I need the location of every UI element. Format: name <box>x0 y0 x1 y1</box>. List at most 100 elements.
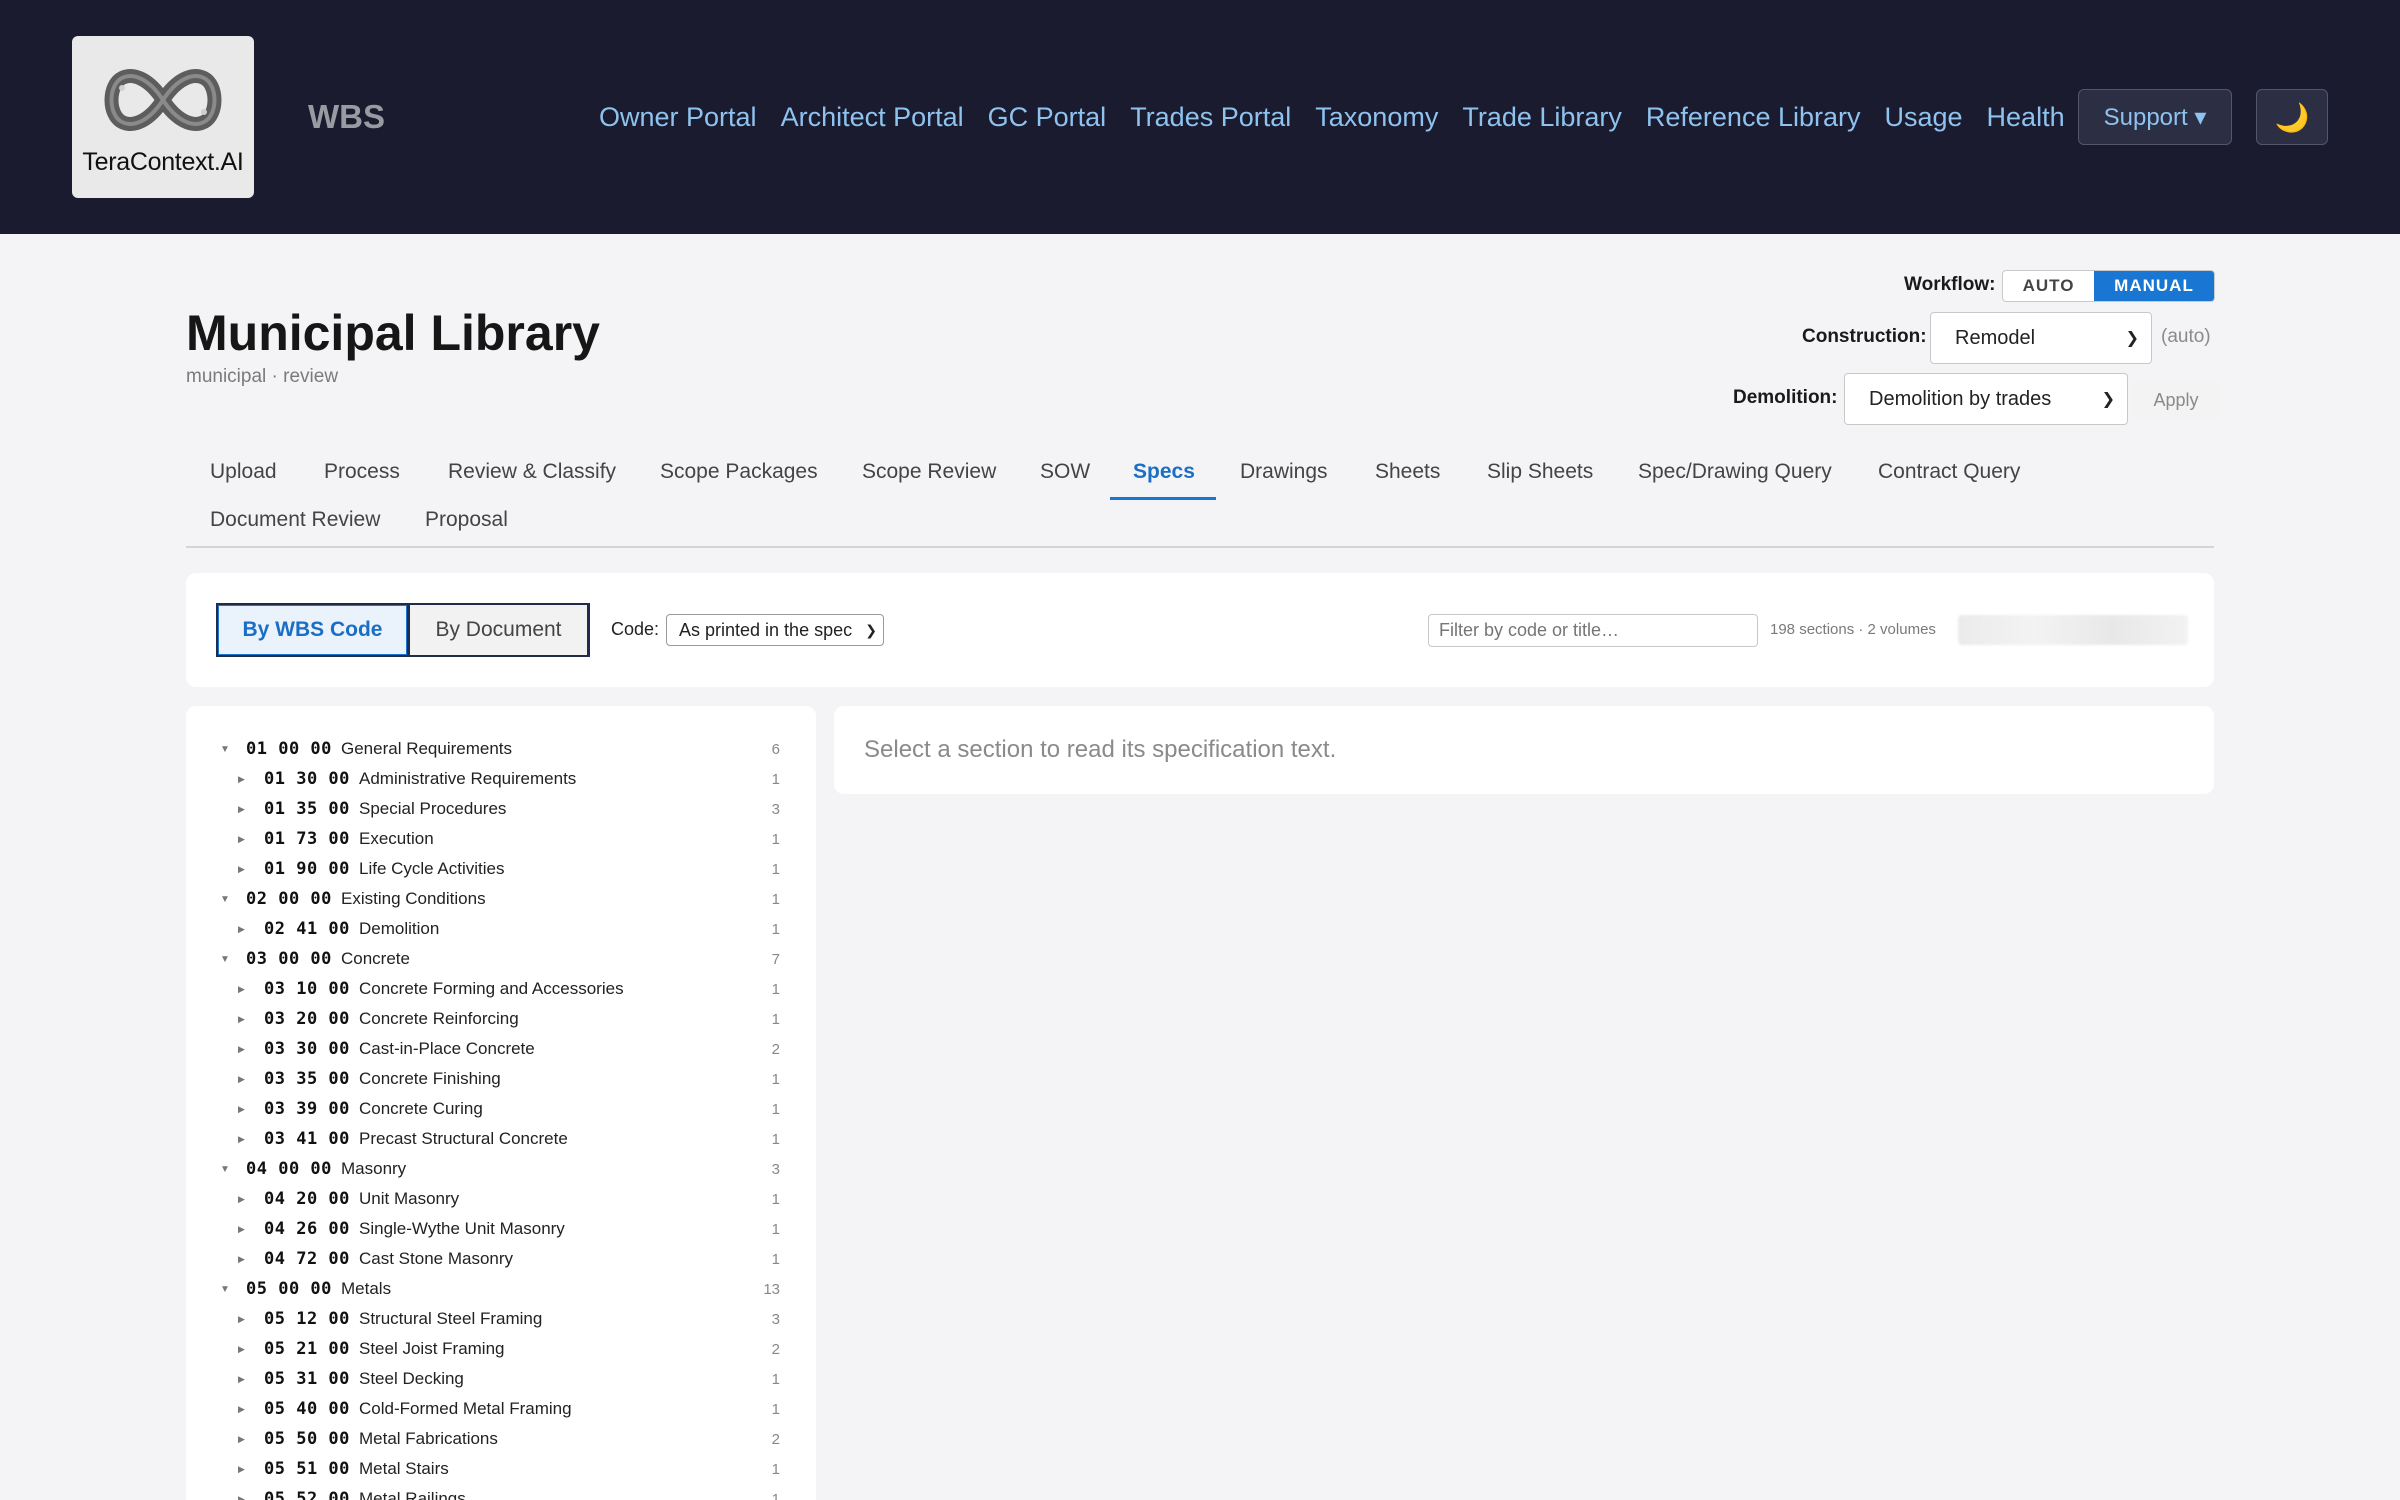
workflow-label: Workflow: <box>1904 274 1996 295</box>
expanded-caret-icon[interactable]: ▼ <box>220 744 230 755</box>
collapsed-caret-icon[interactable]: ▶ <box>238 1134 245 1145</box>
tab-drawings[interactable]: Drawings <box>1240 460 1328 484</box>
tree-row[interactable]: ▶ 01 35 00 Special Procedures 3 <box>186 794 816 824</box>
construction-select[interactable]: Remodel ❯ <box>1930 312 2152 364</box>
tree-row[interactable]: ▶ 04 20 00 Unit Masonry 1 <box>186 1184 816 1214</box>
tree-row[interactable]: ▶ 05 12 00 Structural Steel Framing 3 <box>186 1304 816 1334</box>
demolition-select[interactable]: Demolition by trades ❯ <box>1844 373 2128 425</box>
demolition-label: Demolition: <box>1733 387 1838 408</box>
tab-proposal[interactable]: Proposal <box>425 508 508 532</box>
tab-scope-review[interactable]: Scope Review <box>862 460 996 484</box>
expanded-caret-icon[interactable]: ▼ <box>220 894 230 905</box>
collapsed-caret-icon[interactable]: ▶ <box>238 1044 245 1055</box>
collapsed-caret-icon[interactable]: ▶ <box>238 834 245 845</box>
collapsed-caret-icon[interactable]: ▶ <box>238 1494 245 1500</box>
nav-owner-portal[interactable]: Owner Portal <box>599 98 757 136</box>
logo-text: TeraContext.AI <box>82 148 244 176</box>
theme-toggle-button[interactable]: 🌙 <box>2256 89 2328 145</box>
collapsed-caret-icon[interactable]: ▶ <box>238 774 245 785</box>
tree-row[interactable]: ▶ 03 39 00 Concrete Curing 1 <box>186 1094 816 1124</box>
nav-trade-library[interactable]: Trade Library <box>1462 98 1622 136</box>
tree-row-code: 03 10 00 <box>264 979 350 999</box>
collapsed-caret-icon[interactable]: ▶ <box>238 1194 245 1205</box>
nav-reference-library[interactable]: Reference Library <box>1646 98 1861 136</box>
tree-row[interactable]: ▶ 05 21 00 Steel Joist Framing 2 <box>186 1334 816 1364</box>
tree-row[interactable]: ▶ 04 72 00 Cast Stone Masonry 1 <box>186 1244 816 1274</box>
nav-taxonomy[interactable]: Taxonomy <box>1315 98 1438 136</box>
nav-usage[interactable]: Usage <box>1885 98 1963 136</box>
tab-sheets[interactable]: Sheets <box>1375 460 1440 484</box>
collapsed-caret-icon[interactable]: ▶ <box>238 1404 245 1415</box>
nav-gc-portal[interactable]: GC Portal <box>988 98 1107 136</box>
tree-row[interactable]: ▶ 03 30 00 Cast-in-Place Concrete 2 <box>186 1034 816 1064</box>
tree-row-code: 05 31 00 <box>264 1369 350 1389</box>
tree-row-code: 02 41 00 <box>264 919 350 939</box>
section-stats: 198 sections · 2 volumes <box>1770 621 1936 638</box>
tab-slip-sheets[interactable]: Slip Sheets <box>1487 460 1593 484</box>
collapsed-caret-icon[interactable]: ▶ <box>238 924 245 935</box>
expanded-caret-icon[interactable]: ▼ <box>220 1164 230 1175</box>
collapsed-caret-icon[interactable]: ▶ <box>238 1374 245 1385</box>
tab-document-review[interactable]: Document Review <box>210 508 380 532</box>
tree-row[interactable]: ▶ 03 35 00 Concrete Finishing 1 <box>186 1064 816 1094</box>
by-document-button[interactable]: By Document <box>410 603 590 657</box>
tree-row[interactable]: ▶ 01 30 00 Administrative Requirements 1 <box>186 764 816 794</box>
tab-spec-drawing-query[interactable]: Spec/Drawing Query <box>1638 460 1832 484</box>
collapsed-caret-icon[interactable]: ▶ <box>238 984 245 995</box>
tab-upload[interactable]: Upload <box>210 460 277 484</box>
nav-trades-portal[interactable]: Trades Portal <box>1130 98 1291 136</box>
collapsed-caret-icon[interactable]: ▶ <box>238 1104 245 1115</box>
collapsed-caret-icon[interactable]: ▶ <box>238 864 245 875</box>
collapsed-caret-icon[interactable]: ▶ <box>238 1464 245 1475</box>
collapsed-caret-icon[interactable]: ▶ <box>238 1074 245 1085</box>
workflow-auto-option[interactable]: AUTO <box>2003 271 2094 301</box>
tree-row[interactable]: ▼ 03 00 00 Concrete 7 <box>186 944 816 974</box>
tree-row[interactable]: ▼ 02 00 00 Existing Conditions 1 <box>186 884 816 914</box>
tree-row[interactable]: ▼ 01 00 00 General Requirements 6 <box>186 734 816 764</box>
nav-health[interactable]: Health <box>1987 98 2065 136</box>
collapsed-caret-icon[interactable]: ▶ <box>238 1224 245 1235</box>
collapsed-caret-icon[interactable]: ▶ <box>238 1434 245 1445</box>
filter-input[interactable] <box>1428 614 1758 647</box>
tree-row-title: Single-Wythe Unit Masonry <box>359 1219 565 1238</box>
tab-scope-packages[interactable]: Scope Packages <box>660 460 818 484</box>
tree-row-title: Precast Structural Concrete <box>359 1129 568 1148</box>
tree-row[interactable]: ▶ 02 41 00 Demolition 1 <box>186 914 816 944</box>
collapsed-caret-icon[interactable]: ▶ <box>238 1254 245 1265</box>
nav-architect-portal[interactable]: Architect Portal <box>781 98 964 136</box>
expanded-caret-icon[interactable]: ▼ <box>220 954 230 965</box>
tree-row[interactable]: ▶ 05 52 00 Metal Railings 1 <box>186 1484 816 1500</box>
tree-row[interactable]: ▼ 04 00 00 Masonry 3 <box>186 1154 816 1184</box>
collapsed-caret-icon[interactable]: ▶ <box>238 1314 245 1325</box>
tree-row[interactable]: ▶ 05 50 00 Metal Fabrications 2 <box>186 1424 816 1454</box>
tree-row-count: 2 <box>771 1340 780 1358</box>
tree-row[interactable]: ▶ 01 73 00 Execution 1 <box>186 824 816 854</box>
apply-button[interactable]: Apply <box>2134 380 2218 420</box>
collapsed-caret-icon[interactable]: ▶ <box>238 1014 245 1025</box>
collapsed-caret-icon[interactable]: ▶ <box>238 804 245 815</box>
tree-row[interactable]: ▶ 05 51 00 Metal Stairs 1 <box>186 1454 816 1484</box>
tab-sow[interactable]: SOW <box>1040 460 1090 484</box>
support-button[interactable]: Support ▾ <box>2078 89 2232 145</box>
tree-row[interactable]: ▶ 05 40 00 Cold-Formed Metal Framing 1 <box>186 1394 816 1424</box>
workflow-manual-option[interactable]: MANUAL <box>2094 271 2214 301</box>
tab-review-classify[interactable]: Review & Classify <box>448 460 616 484</box>
tree-row[interactable]: ▶ 01 90 00 Life Cycle Activities 1 <box>186 854 816 884</box>
tree-row[interactable]: ▶ 03 41 00 Precast Structural Concrete 1 <box>186 1124 816 1154</box>
tree-row[interactable]: ▼ 05 00 00 Metals 13 <box>186 1274 816 1304</box>
by-wbs-code-button[interactable]: By WBS Code <box>216 603 410 657</box>
tree-row-count: 13 <box>763 1280 780 1298</box>
tab-process[interactable]: Process <box>324 460 400 484</box>
tree-row[interactable]: ▶ 03 10 00 Concrete Forming and Accessorie… <box>186 974 816 1004</box>
collapsed-caret-icon[interactable]: ▶ <box>238 1344 245 1355</box>
expanded-caret-icon[interactable]: ▼ <box>220 1284 230 1295</box>
tree-row[interactable]: ▶ 05 31 00 Steel Decking 1 <box>186 1364 816 1394</box>
tree-row-count: 1 <box>771 1100 780 1118</box>
tree-row-count: 7 <box>771 950 780 968</box>
teracontext-logo[interactable]: TeraContext.AI <box>72 36 254 198</box>
tab-contract-query[interactable]: Contract Query <box>1878 460 2020 484</box>
tab-specs[interactable]: Specs <box>1133 460 1195 484</box>
code-format-select[interactable]: As printed in the spec ❯ <box>666 614 884 646</box>
tree-row[interactable]: ▶ 03 20 00 Concrete Reinforcing 1 <box>186 1004 816 1034</box>
tree-row[interactable]: ▶ 04 26 00 Single-Wythe Unit Masonry 1 <box>186 1214 816 1244</box>
